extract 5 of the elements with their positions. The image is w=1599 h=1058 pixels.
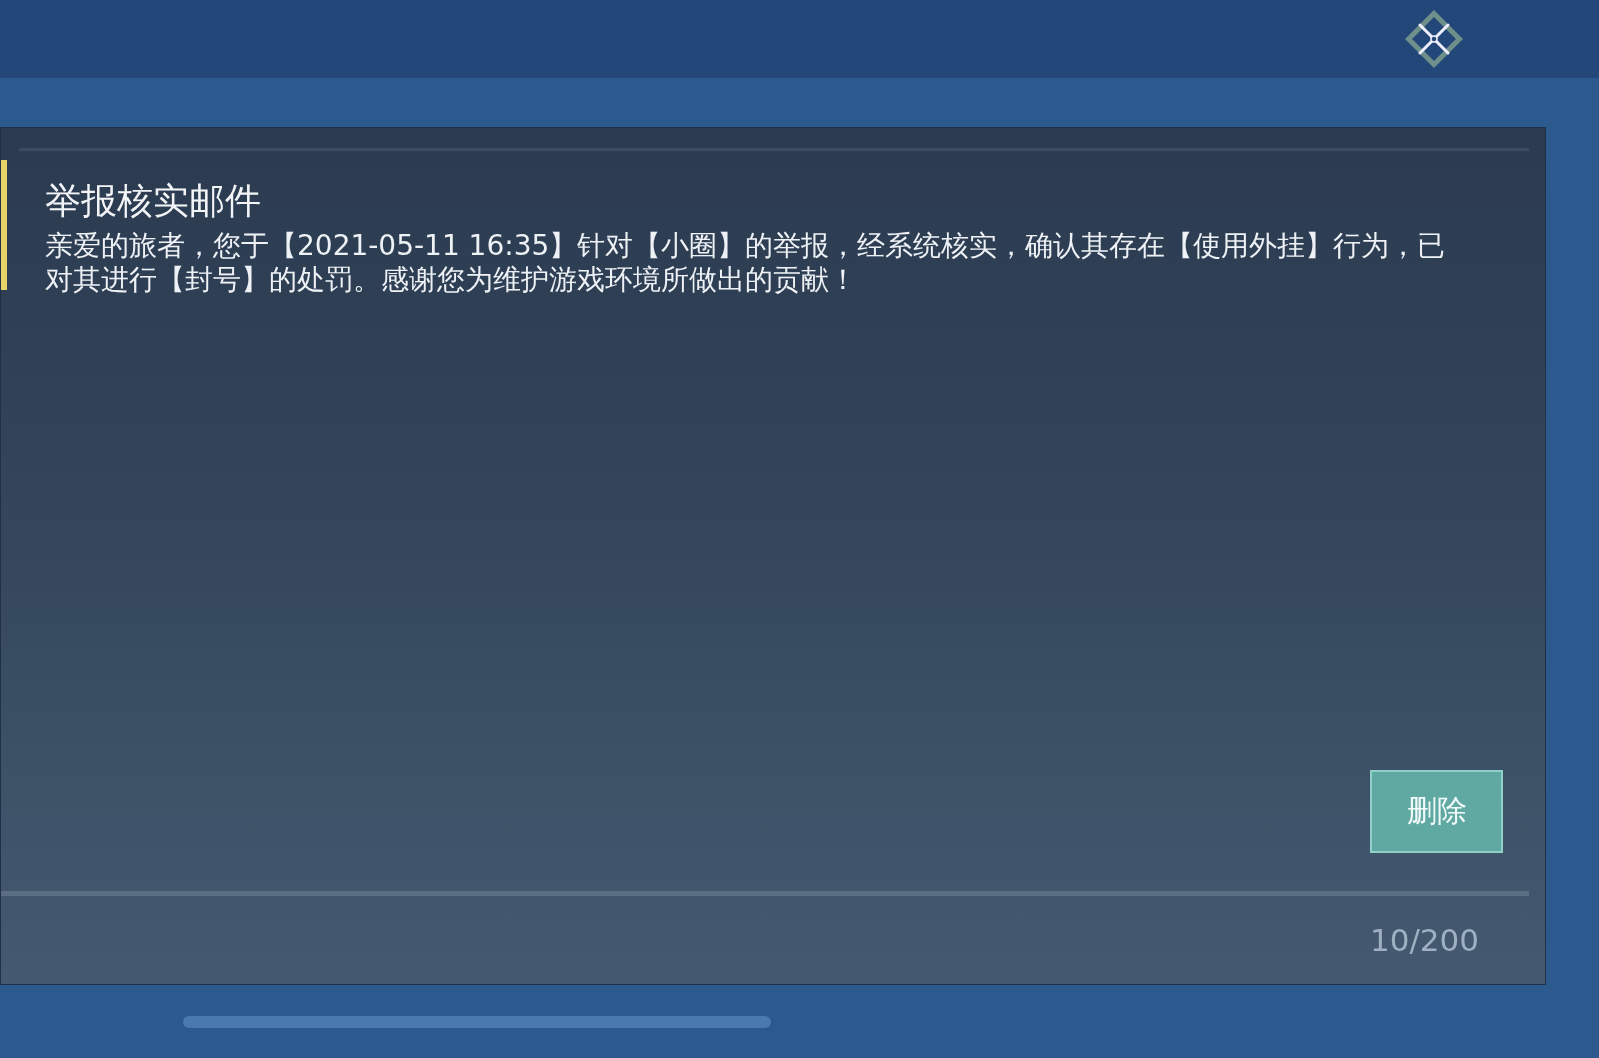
mail-body: 亲爱的旅者，您于【2021-05-11 16:35】针对【小圈】的举报，经系统核实，确认其存在【使用外挂】行为，已对其进行【封号】的处罚。感谢您为维护游戏环境所做出的贡献！ (45, 229, 1447, 297)
delete-button[interactable]: 删除 (1370, 770, 1503, 853)
mail-count: 10/200 (1369, 922, 1479, 958)
mail-title: 举报核实邮件 (45, 179, 262, 223)
scrollbar[interactable] (183, 1015, 771, 1028)
